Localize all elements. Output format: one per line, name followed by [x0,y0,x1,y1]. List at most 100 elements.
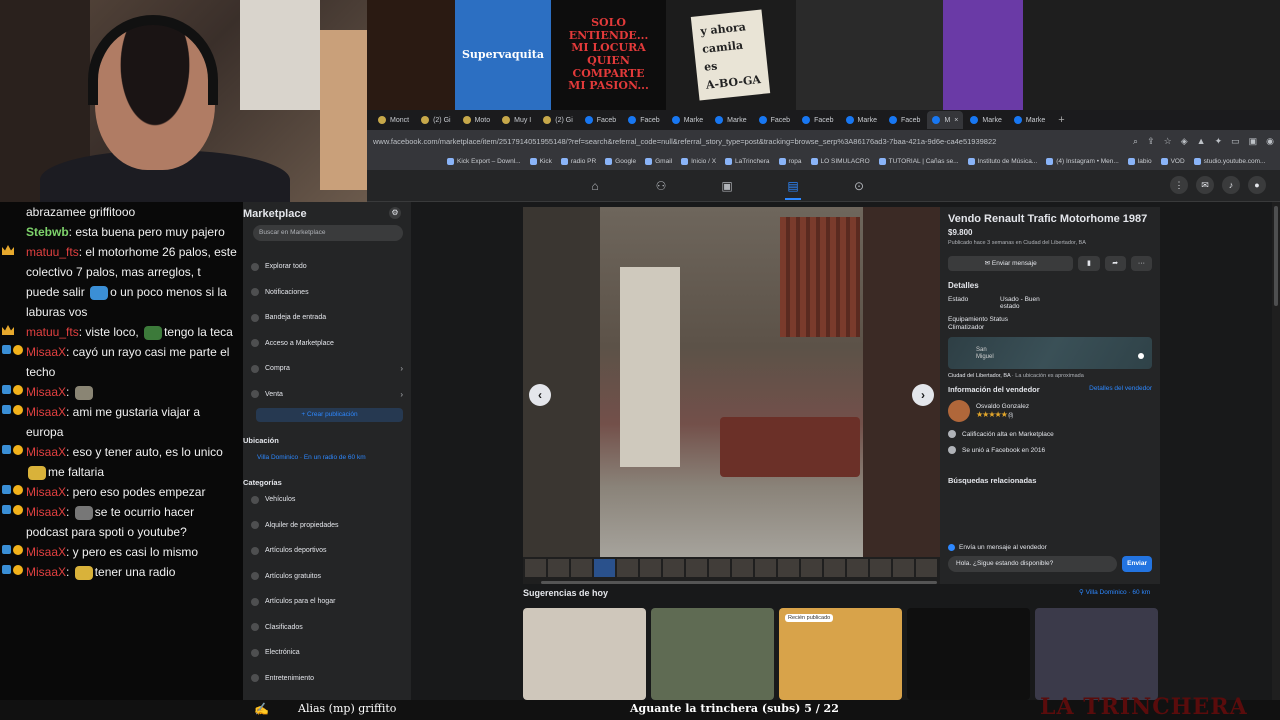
photo-thumbnail[interactable] [778,559,799,577]
send-button[interactable]: Enviar [1122,556,1152,572]
bookmark-item[interactable]: Inicio / X [681,157,716,165]
bookmark-item[interactable]: (4) Instagram • Men... [1046,157,1119,165]
bookmark-item[interactable]: Kick [529,157,552,165]
search-icon[interactable]: ⌕ [1133,136,1138,147]
bookmark-item[interactable]: LaTrinchera [725,157,770,165]
bookmark-item[interactable]: labio [1127,157,1152,165]
browser-tab[interactable]: (2) Gi [538,111,578,129]
profile-icon[interactable]: ◉ [1266,136,1274,147]
seller-name[interactable]: Osvaldo Gonzalez [976,403,1029,410]
browser-tab[interactable]: Marke [1009,111,1050,129]
photo-thumbnail[interactable] [870,559,891,577]
more-icon[interactable]: ··· [1130,256,1153,271]
category-item[interactable]: Artículos deportivos [251,538,403,564]
photo-thumbnail[interactable] [755,559,776,577]
home-icon[interactable]: ⌂ [587,178,603,194]
photo-thumbnail[interactable] [571,559,592,577]
extension-icon[interactable]: ▲ [1197,136,1206,147]
browser-tab[interactable]: Faceb [754,111,795,129]
photo-thumbnail[interactable] [686,559,707,577]
sidebar-item[interactable]: Notificaciones [251,280,403,306]
marketplace-icon[interactable]: ▤ [785,178,801,200]
chat-username[interactable]: MisaaX [26,385,66,399]
sidebar-item[interactable]: Compra › [251,356,403,382]
bell-icon[interactable]: ♪ [1222,176,1240,194]
page-scrollbar[interactable] [1272,202,1280,700]
address-bar[interactable]: www.facebook.com/marketplace/item/251791… [367,130,1280,152]
photo-thumbnail[interactable] [548,559,569,577]
browser-tab[interactable]: (2) Gi [416,111,456,129]
sidebar-item[interactable]: Bandeja de entrada [251,305,403,331]
browser-tab[interactable]: Faceb [623,111,664,129]
chat-username[interactable]: Stebwb [26,225,69,239]
marketplace-search-input[interactable]: Buscar en Marketplace [253,225,403,241]
category-item[interactable]: Vehículos [251,487,403,513]
star-icon[interactable]: ☆ [1164,136,1172,147]
friends-icon[interactable]: ⚇ [653,178,669,194]
prev-photo-button[interactable]: ‹ [529,384,551,406]
category-item[interactable]: Clasificados [251,615,403,641]
location-link[interactable]: Villa Dominico · En un radio de 60 km [257,454,366,461]
save-icon[interactable]: ▮ [1078,256,1100,271]
photo-thumbnail[interactable] [617,559,638,577]
bookmark-item[interactable]: radio PR [560,157,596,165]
category-item[interactable]: Alquiler de propiedades [251,513,403,539]
video-icon[interactable]: ▣ [719,178,735,194]
chat-username[interactable]: MisaaX [26,565,66,579]
url-text[interactable]: www.facebook.com/marketplace/item/251791… [373,137,1133,146]
suggestion-card[interactable]: Recién publicado [779,608,902,700]
bookmark-item[interactable]: studio.youtube.com... [1193,157,1265,165]
category-item[interactable]: Electrónica [251,640,403,666]
browser-tab[interactable]: M × [927,111,964,129]
bookmark-item[interactable]: Gmail [645,157,672,165]
chat-username[interactable]: MisaaX [26,345,66,359]
category-item[interactable]: Artículos gratuitos [251,564,403,590]
message-input[interactable]: Hola. ¿Sigue estando disponible? [948,556,1118,572]
photo-thumbnail[interactable] [732,559,753,577]
browser-tab[interactable]: Marke [841,111,882,129]
gear-icon[interactable]: ⚙ [389,207,401,219]
sidebar-item[interactable]: Venta › [251,382,403,408]
seller-avatar[interactable] [948,400,970,422]
share-icon[interactable]: ➦ [1104,256,1126,271]
browser-tab[interactable]: Faceb [797,111,838,129]
suggestion-card[interactable] [523,608,646,700]
bookmark-item[interactable]: LO SIMULACRO [810,157,870,165]
seller-details-link[interactable]: Detalles del vendedor [1089,385,1152,394]
account-avatar[interactable]: ● [1248,176,1266,194]
suggestion-card[interactable] [1035,608,1158,700]
sidebar-item[interactable]: Explorar todo [251,254,403,280]
bookmark-item[interactable]: Instituto de Música... [967,157,1037,165]
puzzle-icon[interactable]: ✦ [1215,136,1223,147]
listing-photo[interactable] [600,207,863,557]
photo-thumbnail[interactable] [847,559,868,577]
thumbnail-scrollbar[interactable] [541,581,937,584]
menu-grid-icon[interactable]: ⋮ [1170,176,1188,194]
chat-username[interactable]: MisaaX [26,405,66,419]
sidebar-icon[interactable]: ▭ [1231,136,1240,147]
photo-thumbnail[interactable] [893,559,914,577]
bookmark-item[interactable]: Kick Export – Downl... [447,157,521,165]
bookmark-item[interactable]: Google [605,157,636,165]
chat-username[interactable]: MisaaX [26,445,66,459]
photo-thumbnail[interactable] [709,559,730,577]
wallet-icon[interactable]: ▣ [1249,136,1258,147]
share-icon[interactable]: ⇪ [1147,136,1155,147]
browser-tab[interactable]: Monct [373,111,414,129]
photo-thumbnail[interactable] [594,559,615,577]
category-item[interactable]: Entretenimiento [251,666,403,692]
chat-username[interactable]: matuu_fts [26,245,79,259]
browser-tab[interactable]: Faceb [884,111,925,129]
send-message-button[interactable]: ✉ Enviar mensaje [948,256,1074,271]
brave-shield-icon[interactable]: ◈ [1181,136,1188,147]
chat-username[interactable]: MisaaX [26,505,66,519]
next-photo-button[interactable]: › [912,384,934,406]
sidebar-item[interactable]: Acceso a Marketplace [251,331,403,357]
browser-tab[interactable]: Faceb [580,111,621,129]
browser-tab[interactable]: Marke [965,111,1006,129]
chat-username[interactable]: MisaaX [26,485,66,499]
create-listing-button[interactable]: + Crear publicación [256,408,403,422]
category-item[interactable]: Artículos para el hogar [251,589,403,615]
gaming-icon[interactable]: ⊙ [851,178,867,194]
location-map[interactable]: San Miguel [948,337,1152,369]
